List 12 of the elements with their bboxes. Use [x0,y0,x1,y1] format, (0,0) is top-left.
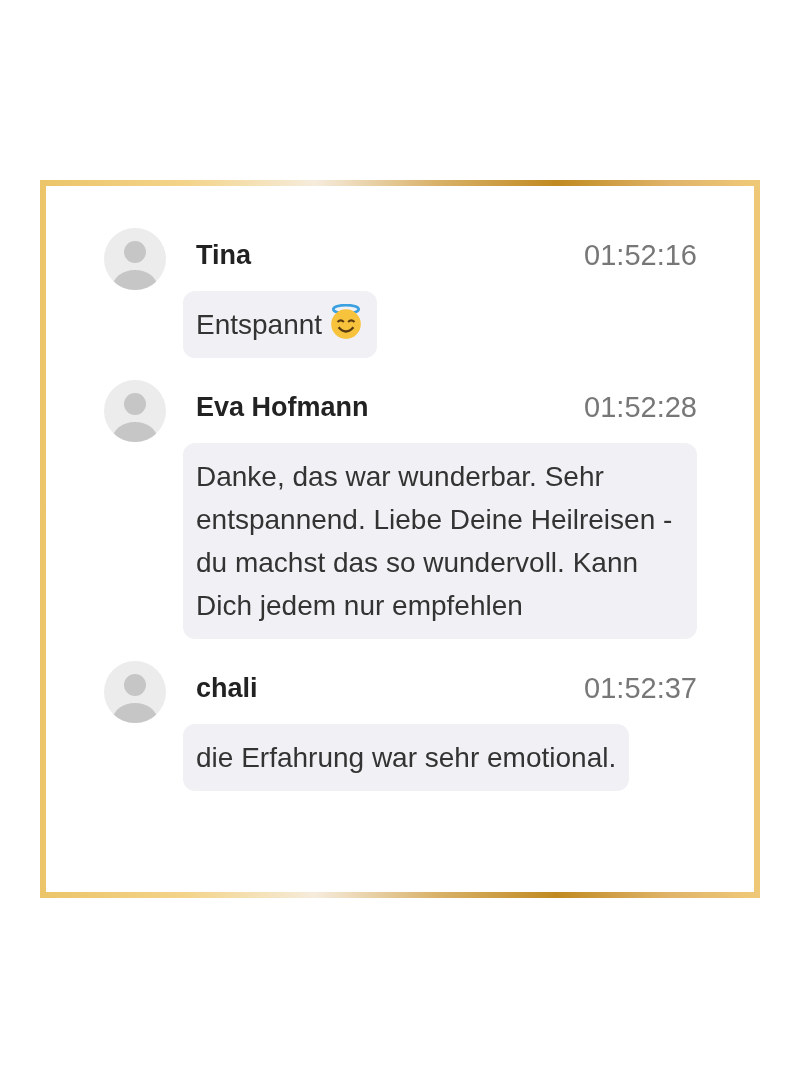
avatar-icon [104,228,166,290]
message-time: 01:52:28 [584,391,697,424]
message-bubble: Entspannt [183,291,378,358]
message-time: 01:52:37 [584,672,697,705]
message-bubble: die Erfahrung war sehr emotional. [183,724,630,791]
author-name: Eva Hofmann [196,392,369,423]
author-name: chali [196,673,258,704]
message-bubble: Danke, das war wunderbar. Sehr entspannend. Liebe Deine Heilreisen - du machst das so wundervoll. Kann Dich jedem nur empfehlen [183,443,697,639]
author-name: Tina [196,240,251,271]
avatar-icon [104,661,166,723]
avatar-icon [104,380,166,442]
message-time: 01:52:16 [584,239,697,272]
